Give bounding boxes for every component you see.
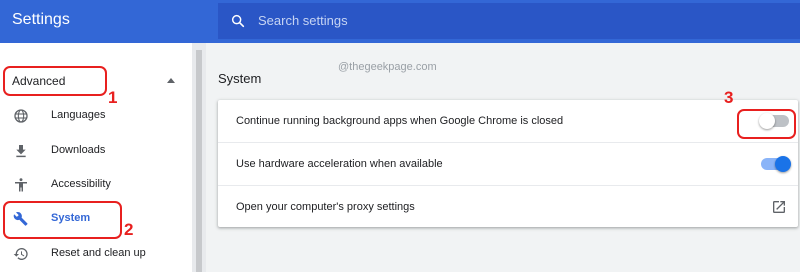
callout-number-3: 3	[724, 88, 734, 107]
sidebar-item-languages[interactable]: Languages	[0, 101, 192, 131]
toggle-knob	[775, 156, 791, 172]
sidebar-scrollbar[interactable]	[196, 50, 202, 272]
callout-number-1: 1	[108, 88, 118, 107]
sidebar-item-label: Downloads	[51, 144, 106, 156]
setting-row-hardware-acceleration[interactable]: Use hardware acceleration when available	[218, 142, 798, 184]
sidebar-item-label: Languages	[51, 109, 106, 121]
accessibility-icon	[15, 178, 27, 192]
external-link-icon[interactable]	[771, 199, 787, 215]
caret-up-icon	[167, 78, 175, 83]
search-input[interactable]: Search settings	[258, 13, 348, 28]
setting-label: Open your computer's proxy settings	[236, 201, 415, 213]
sidebar-item-downloads[interactable]: Downloads	[0, 136, 192, 166]
globe-icon	[14, 109, 28, 123]
hardware-acceleration-toggle[interactable]	[761, 156, 791, 172]
page-title: Settings	[12, 11, 70, 28]
search-icon	[231, 14, 245, 28]
setting-label: Continue running background apps when Go…	[236, 115, 564, 127]
sidebar-item-label: Accessibility	[51, 178, 111, 190]
search-bar[interactable]: Search settings	[218, 3, 800, 39]
callout-box-advanced	[3, 66, 107, 96]
setting-row-background-apps[interactable]: Continue running background apps when Go…	[218, 100, 798, 142]
callout-number-2: 2	[124, 220, 134, 239]
sidebar-item-reset[interactable]: Reset and clean up	[0, 239, 192, 269]
system-settings-card: Continue running background apps when Go…	[218, 100, 798, 227]
watermark-text: @thegeekpage.com	[338, 61, 437, 73]
setting-row-proxy[interactable]: Open your computer's proxy settings	[218, 185, 798, 227]
download-icon	[16, 145, 26, 158]
history-icon	[13, 248, 28, 260]
sidebar-item-accessibility[interactable]: Accessibility	[0, 170, 192, 200]
callout-box-toggle	[737, 109, 796, 139]
header-bar: Settings Search settings	[0, 0, 800, 43]
sidebar-item-label: Reset and clean up	[51, 247, 146, 259]
setting-label: Use hardware acceleration when available	[236, 158, 443, 170]
callout-box-system	[3, 201, 122, 239]
section-title: System	[218, 71, 262, 86]
